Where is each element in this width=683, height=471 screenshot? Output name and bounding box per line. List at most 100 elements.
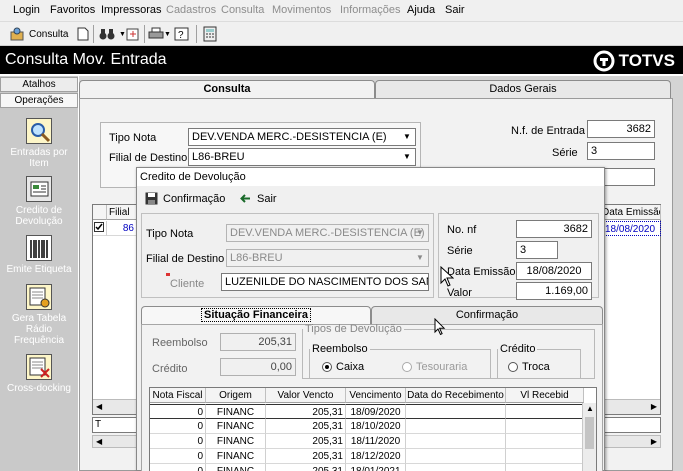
dlg-data-emissao-field[interactable]: 18/08/2020 (516, 262, 592, 280)
nf-entrada-field[interactable]: 3682 (587, 120, 655, 138)
parcelas-cell[interactable]: 18/11/2020 (346, 434, 406, 449)
tab-situacao-financeira[interactable]: Situação Financeira (141, 306, 371, 324)
tipo-nota-select[interactable]: DEV.VENDA MERC.-DESISTENCIA (E) ▼ (188, 128, 416, 146)
grid-header-filial[interactable]: Filial (107, 205, 137, 220)
sidebar-tab-operacoes[interactable]: Operações (0, 93, 78, 108)
dlg-valor-field[interactable]: 1.169,00 (516, 282, 592, 300)
export-button[interactable] (126, 25, 140, 43)
parcelas-cell[interactable] (506, 419, 584, 434)
parcelas-header-cell[interactable]: Vl Recebid (506, 388, 584, 403)
print-button[interactable]: ▼ (148, 25, 171, 43)
parcelas-cell[interactable] (406, 449, 506, 464)
consulta-button[interactable]: Consulta (10, 25, 68, 43)
dlg-tipo-nota-select[interactable]: DEV.VENDA MERC.-DESISTENCIA (E) ▼ (226, 224, 429, 242)
find-button[interactable]: ▼ (99, 25, 126, 43)
sidebar-item-emite-etiqueta[interactable]: Emite Etiqueta (0, 235, 78, 275)
sidebar-item-entradas-por-item[interactable]: Entradas por Item (0, 118, 78, 169)
parcelas-cell[interactable]: 18/09/2020 (346, 404, 406, 419)
parcelas-cell[interactable]: FINANC (206, 464, 266, 471)
menu-movimentos[interactable]: Movimentos (272, 4, 331, 16)
parcelas-cell[interactable]: 18/10/2020 (346, 419, 406, 434)
parcelas-cell[interactable]: 0 (150, 404, 206, 419)
parcelas-cell[interactable]: 205,31 (266, 404, 346, 419)
reembolso-field[interactable]: 205,31 (220, 333, 296, 351)
parcelas-header-cell[interactable]: Data do Recebimento (406, 388, 506, 403)
option-tesouraria[interactable]: Tesouraria (402, 361, 467, 373)
grid-header-data-emissao[interactable]: Data Emissão (602, 205, 661, 220)
sidebar-item-gera-tabela-radio-frequencia[interactable]: Gera Tabela Rádio Frequência (0, 284, 78, 346)
row-checkbox[interactable] (93, 221, 107, 236)
sidebar: Atalhos Operações Entradas por Item Cred… (0, 76, 78, 471)
dialog-exit-button[interactable]: Sair (239, 192, 277, 205)
reembolso-group-legend: Reembolso (312, 343, 368, 355)
menu-cadastros[interactable]: Cadastros (166, 4, 216, 16)
scrollbar-thumb[interactable] (585, 417, 594, 449)
parcelas-cell[interactable] (406, 464, 506, 471)
barcode-icon (26, 235, 52, 261)
option-caixa[interactable]: Caixa (322, 361, 364, 373)
parcelas-cell[interactable] (406, 434, 506, 449)
parcelas-grid[interactable]: Nota Fiscal Origem Valor Vencto Vencimento D… (149, 387, 597, 471)
parcelas-cell[interactable]: 0 (150, 449, 206, 464)
parcelas-cell[interactable]: 18/01/2021 (346, 464, 406, 471)
parcelas-header-cell[interactable]: Vencimento (346, 388, 406, 403)
consulta-icon (10, 27, 24, 41)
option-troca[interactable]: Troca (508, 361, 550, 373)
menu-informacoes[interactable]: Informações (340, 4, 401, 16)
sidebar-item-label: Emite Etiqueta (6, 264, 72, 275)
menu-favoritos[interactable]: Favoritos (50, 4, 95, 16)
sidebar-item-credito-de-devolucao[interactable]: Credito de Devolução (0, 176, 78, 227)
parcelas-cell[interactable]: 0 (150, 464, 206, 471)
dialog-confirm-button[interactable]: Confirmação (145, 192, 225, 205)
parcelas-cell[interactable] (406, 419, 506, 434)
grid-cell-filial[interactable]: 86 (107, 221, 137, 236)
dlg-no-nf-field[interactable]: 3682 (516, 220, 592, 238)
parcelas-cell[interactable]: FINANC (206, 434, 266, 449)
parcelas-header-cell[interactable]: Nota Fiscal (150, 388, 206, 403)
credito-field[interactable]: 0,00 (220, 358, 296, 376)
dlg-tipo-nota-value: DEV.VENDA MERC.-DESISTENCIA (E) (230, 227, 425, 239)
tab-confirmacao[interactable]: Confirmação (371, 306, 603, 324)
print-dropdown-icon: ▼ (164, 30, 171, 38)
parcelas-cell[interactable] (506, 404, 584, 419)
parcelas-cell[interactable]: 18/12/2020 (346, 449, 406, 464)
new-document-button[interactable] (77, 25, 89, 43)
menu-ajuda[interactable]: Ajuda (407, 4, 435, 16)
menu-login[interactable]: Login (13, 4, 40, 16)
parcelas-cell[interactable] (506, 434, 584, 449)
tab-consulta[interactable]: Consulta (79, 80, 375, 99)
menu-impressoras[interactable]: Impressoras (101, 4, 162, 16)
parcelas-header-cell[interactable]: Origem (206, 388, 266, 403)
grid-cell-data-emissao[interactable]: 18/08/2020 (602, 221, 661, 236)
dlg-filial-select[interactable]: L86-BREU ▼ (226, 249, 429, 267)
filial-select[interactable]: L86-BREU ▼ (188, 148, 416, 166)
parcelas-cell[interactable] (506, 464, 584, 471)
parcelas-cell[interactable]: 0 (150, 419, 206, 434)
sidebar-tab-atalhos[interactable]: Atalhos (0, 77, 78, 92)
parcelas-cell[interactable]: 0 (150, 434, 206, 449)
parcelas-cell[interactable]: 205,31 (266, 434, 346, 449)
calculator-button[interactable] (203, 25, 217, 43)
dlg-serie-field[interactable]: 3 (516, 241, 558, 259)
parcelas-cell[interactable] (506, 449, 584, 464)
parcelas-cell[interactable]: 205,31 (266, 449, 346, 464)
menu-sair[interactable]: Sair (445, 4, 465, 16)
sidebar-item-cross-docking[interactable]: Cross-docking (0, 354, 78, 394)
parcelas-cell[interactable]: FINANC (206, 404, 266, 419)
dialog-title: Credito de Devolução (137, 168, 604, 186)
parcelas-cell[interactable]: FINANC (206, 419, 266, 434)
save-icon (145, 192, 158, 205)
grid-vertical-scrollbar[interactable]: ▲ (582, 403, 596, 471)
parcelas-cell[interactable] (406, 404, 506, 419)
parcelas-cell[interactable]: 205,31 (266, 464, 346, 471)
help-button[interactable]: ? (174, 25, 190, 43)
serie-field[interactable]: 3 (587, 142, 655, 160)
menu-consulta[interactable]: Consulta (221, 4, 264, 16)
chevron-down-icon: ▼ (416, 228, 424, 237)
situacao-financeira-panel: Reembolso 205,31 Crédito 0,00 Tipos de D… (141, 323, 603, 471)
parcelas-cell[interactable]: FINANC (206, 449, 266, 464)
parcelas-cell[interactable]: 205,31 (266, 419, 346, 434)
tab-dados-gerais[interactable]: Dados Gerais (375, 80, 671, 98)
parcelas-header-cell[interactable]: Valor Vencto (266, 388, 346, 403)
dlg-cliente-field[interactable]: LUZENILDE DO NASCIMENTO DOS SANTOS (221, 273, 429, 291)
